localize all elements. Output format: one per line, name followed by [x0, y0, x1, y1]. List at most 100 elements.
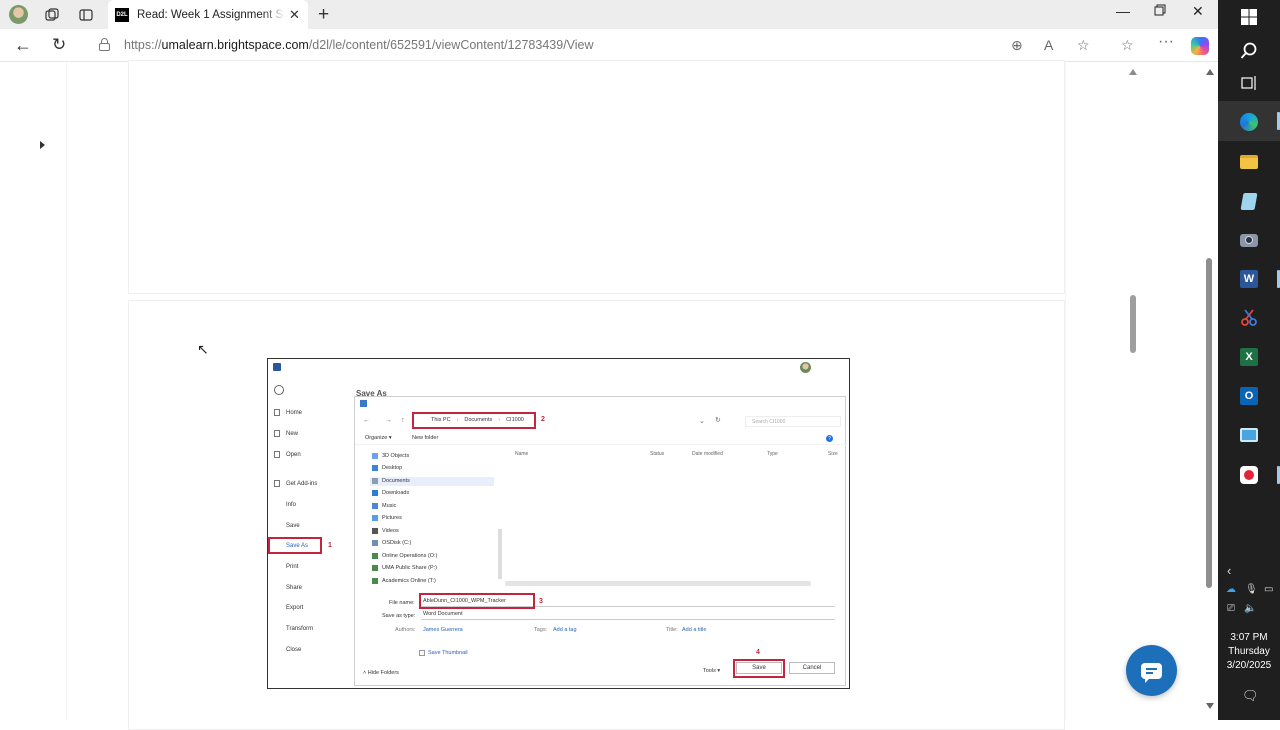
close-window-icon[interactable]: ✕: [1192, 3, 1204, 20]
dialog-refresh-icon: ↻: [715, 417, 721, 424]
tab-actions-icon[interactable]: [75, 4, 97, 26]
show-hidden-icons[interactable]: ‹: [1227, 563, 1231, 578]
word-icon: [273, 363, 281, 371]
documents-icon: [372, 478, 378, 484]
tree-item: Academics Online (T:): [382, 578, 436, 584]
drive-icon: [372, 540, 378, 546]
profile-avatar[interactable]: [9, 5, 28, 24]
onedrive-icon[interactable]: ☁: [1226, 584, 1236, 595]
tab-close-icon[interactable]: ✕: [289, 7, 300, 23]
d2l-favicon: D2L: [115, 7, 129, 22]
highlight-box-4: [733, 659, 785, 678]
tree-item: 3D Objects: [382, 453, 410, 459]
back-icon[interactable]: ←: [14, 35, 32, 56]
step-number-3: 3: [539, 598, 543, 605]
battery-icon[interactable]: ▭: [1264, 584, 1273, 595]
more-menu-icon[interactable]: ···: [1158, 33, 1174, 51]
inner-scrollbar-thumb[interactable]: [1130, 295, 1136, 353]
save-type-select: Word Document: [421, 611, 835, 620]
file-explorer-icon[interactable]: [1238, 151, 1260, 173]
inner-scroll-up-icon[interactable]: [1129, 69, 1137, 75]
refresh-icon[interactable]: ↻: [52, 35, 66, 55]
clock-date: 3/20/2025: [1226, 660, 1272, 671]
tab-bar: D2L Read: Week 1 Assignment Step-by-Step…: [0, 0, 1218, 29]
backstage-export: Export: [286, 605, 304, 611]
dialog-toolbar: Organize ▾ New folder ?: [355, 433, 847, 445]
url-field[interactable]: https://umalearn.brightspace.com/d2l/le/…: [124, 38, 594, 52]
search-icon[interactable]: [1238, 40, 1260, 62]
favorites-icon[interactable]: ☆: [1121, 37, 1134, 54]
excel-icon[interactable]: X: [1238, 346, 1260, 368]
dialog-forward-icon: →: [385, 417, 392, 424]
active-tab[interactable]: D2L Read: Week 1 Assignment Step-by-Step…: [108, 0, 308, 29]
tab-title: Read: Week 1 Assignment Step-by-Step: [137, 8, 285, 21]
start-icon[interactable]: [1238, 6, 1260, 28]
chat-bubble-icon: [1141, 662, 1162, 683]
highlight-box-3: [419, 593, 535, 609]
help-icon: ?: [826, 435, 833, 442]
network-icon[interactable]: ⎚: [1227, 603, 1235, 614]
tree-item: Videos: [382, 528, 399, 534]
notepad-icon[interactable]: [1238, 190, 1260, 212]
column-header: Type: [767, 451, 778, 457]
copilot-icon[interactable]: [1191, 37, 1209, 55]
column-header: Size: [828, 451, 838, 457]
snipping-tool-icon[interactable]: [1238, 307, 1260, 329]
minimize-icon[interactable]: —: [1116, 3, 1130, 19]
dialog-back-icon: ←: [363, 417, 370, 424]
microphone-icon[interactable]: 🎙: [1245, 584, 1258, 595]
remote-desktop-icon[interactable]: [1238, 424, 1260, 446]
backstage-close: Close: [286, 647, 302, 653]
edge-icon[interactable]: [1238, 111, 1260, 133]
dialog-cancel-button: Cancel: [789, 662, 835, 674]
notifications-icon[interactable]: 🗨: [1242, 688, 1259, 704]
thumbnail-label: Save Thumbnail: [428, 650, 468, 656]
favorite-star-icon[interactable]: ☆: [1077, 37, 1090, 54]
dialog-icon: [360, 400, 367, 407]
dropdown-icon: ⌄: [699, 418, 705, 425]
expand-sidebar-icon[interactable]: [40, 141, 45, 149]
collections-icon[interactable]: [41, 4, 63, 26]
camera-icon[interactable]: [1238, 229, 1260, 251]
step-number-4: 4: [756, 649, 760, 656]
clock-time: 3:07 PM: [1230, 632, 1268, 643]
zoom-icon[interactable]: ⊕: [1011, 37, 1023, 54]
page-scrollbar-thumb[interactable]: [1206, 258, 1212, 588]
downloads-icon: [372, 490, 378, 496]
thumbnail-checkbox: [419, 650, 425, 656]
folder-search-field: Search CI1000: [745, 416, 841, 427]
authors-label: Authors:: [395, 627, 416, 633]
page-scroll-up-icon[interactable]: [1206, 69, 1214, 75]
network-drive-icon: [372, 553, 378, 559]
horizontal-scrollbar: [505, 581, 811, 586]
home-icon: [274, 409, 280, 416]
step-number-1: 1: [328, 542, 332, 549]
new-tab-icon[interactable]: +: [318, 4, 329, 26]
save-as-screenshot: Home New Open Get Add-ins Info Save Save…: [267, 358, 850, 689]
chat-button[interactable]: [1126, 645, 1177, 696]
network-drive-icon: [372, 565, 378, 571]
highlight-box-2: [412, 412, 536, 429]
restore-icon[interactable]: [1154, 3, 1166, 19]
word-icon[interactable]: W: [1238, 268, 1260, 290]
backstage-home: Home: [286, 410, 303, 416]
outlook-icon[interactable]: O: [1238, 385, 1260, 407]
hide-folders-button: ˄ Hide Folders: [363, 670, 399, 676]
task-view-icon[interactable]: [1238, 72, 1260, 94]
tree-item: Pictures: [382, 515, 402, 521]
music-icon: [372, 503, 378, 509]
read-aloud-icon[interactable]: A: [1044, 37, 1053, 53]
lock-icon[interactable]: [99, 38, 110, 51]
system-clock[interactable]: 3:07 PM Thursday 3/20/2025: [1218, 631, 1280, 673]
network-drive-icon: [372, 578, 378, 584]
content-card-top: [128, 60, 1065, 294]
tree-item: UMA Public Share (P:): [382, 565, 438, 571]
page-scroll-down-icon[interactable]: [1206, 703, 1214, 709]
dialog-up-icon: ↑: [401, 417, 405, 424]
backstage-addins: Get Add-ins: [286, 481, 318, 487]
volume-icon[interactable]: 🔈: [1244, 603, 1256, 614]
column-header: Status: [650, 451, 665, 457]
save-as-dialog: ← → ↑ This PC › Documents › CI1000 2 ⌄ ↻ S…: [354, 396, 847, 686]
screen-recorder-icon[interactable]: [1238, 464, 1260, 486]
user-avatar: [800, 362, 811, 373]
